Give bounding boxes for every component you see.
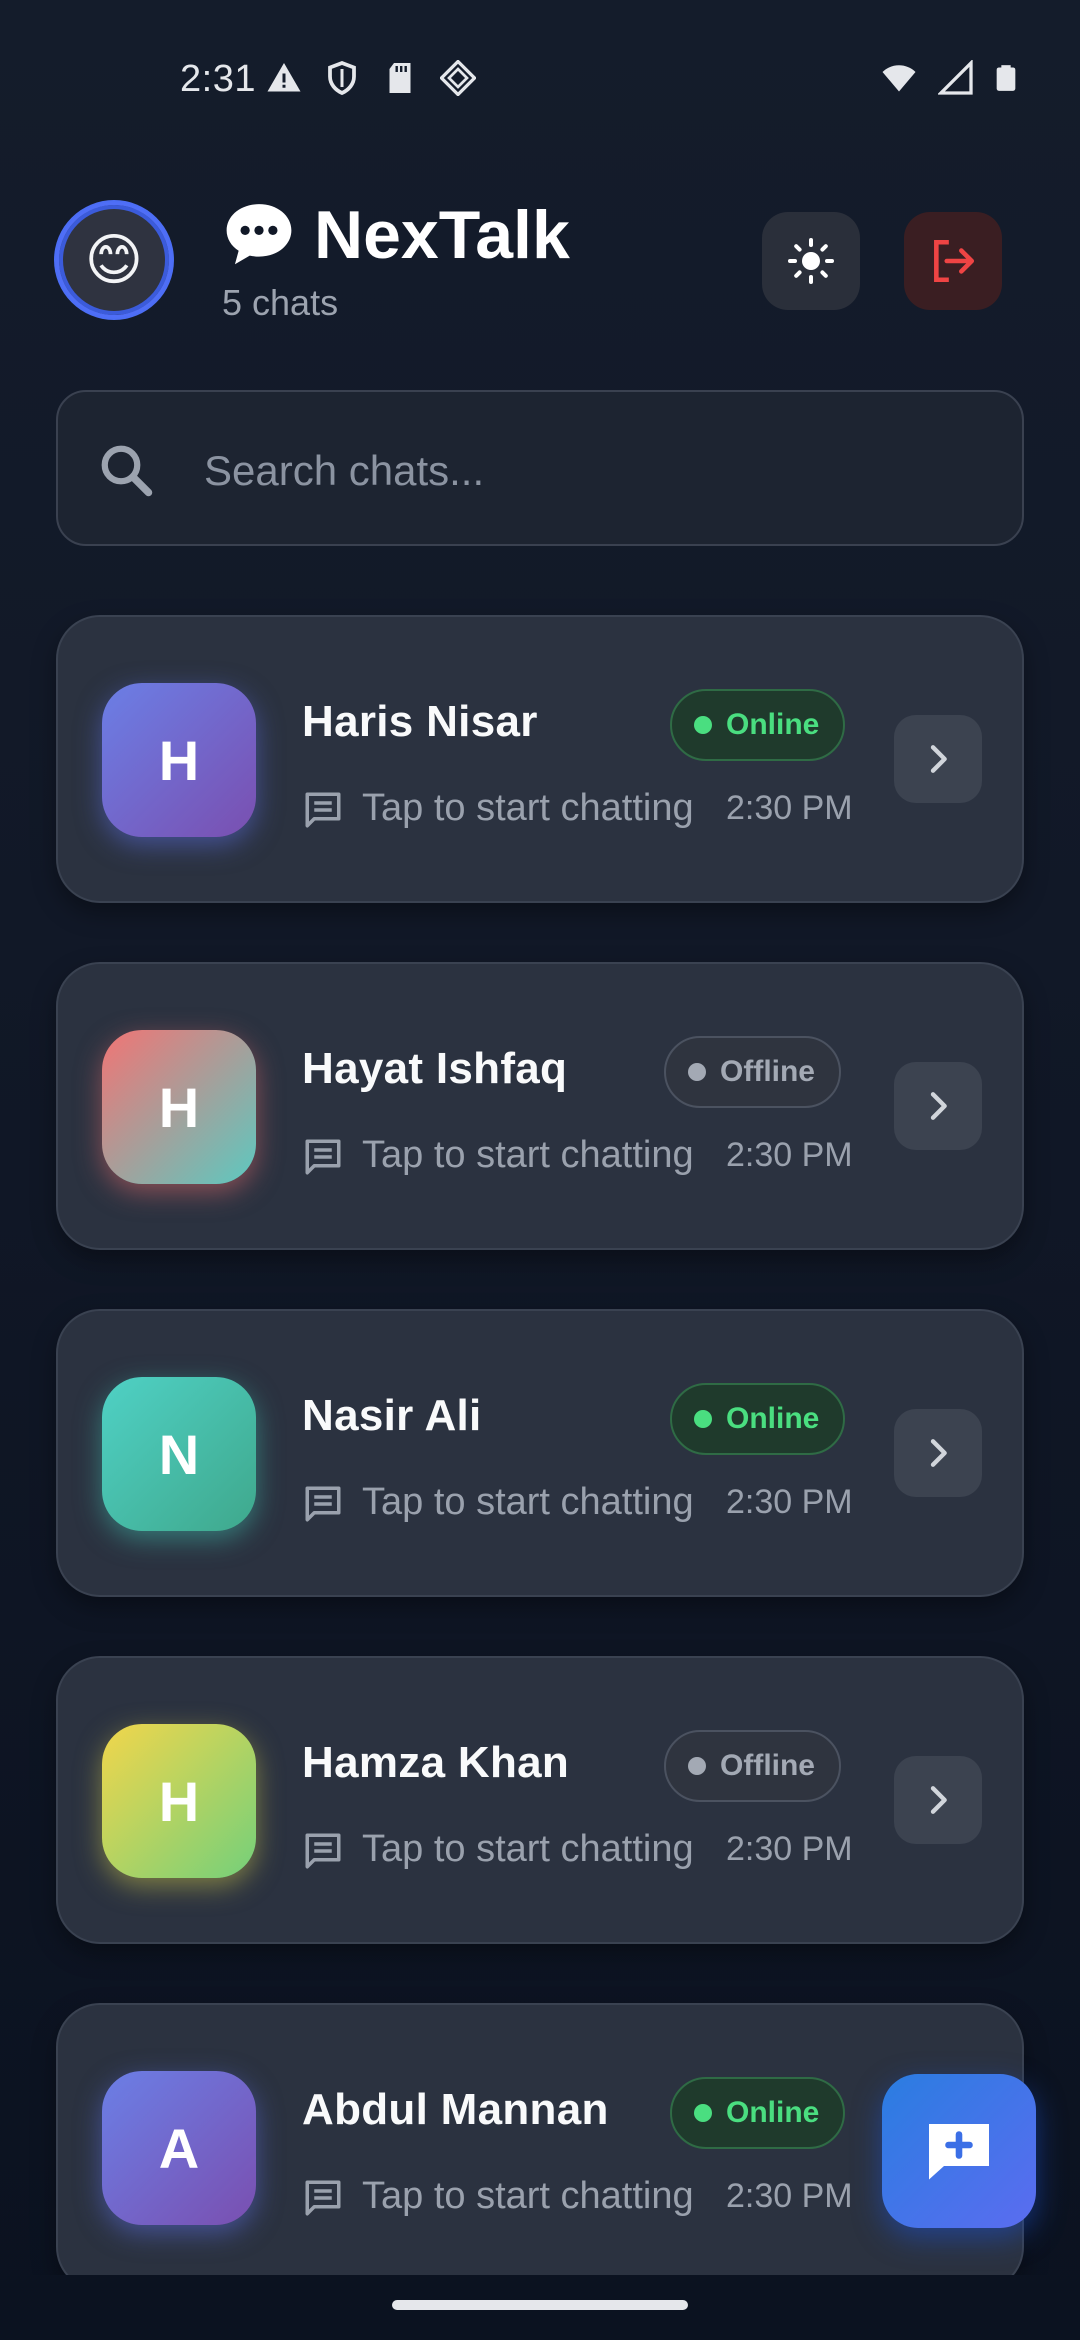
status-badge: Online <box>670 1383 846 1455</box>
contact-name: Hayat Ishfaq <box>302 1044 568 1093</box>
status-badge: Offline <box>664 1036 841 1108</box>
chat-card[interactable]: H Haris Nisar Online Tap to start chatti… <box>56 615 1024 903</box>
status-dot <box>688 1063 706 1081</box>
chat-avatar: H <box>102 683 256 837</box>
home-indicator[interactable] <box>392 2300 688 2310</box>
chevron-right-icon <box>930 1786 947 1814</box>
open-chat-button[interactable] <box>894 1062 982 1150</box>
message-time: 2:30 PM <box>726 789 853 827</box>
status-label: Offline <box>720 1749 815 1782</box>
contact-name: Nasir Ali <box>302 1391 482 1440</box>
message-icon <box>305 1486 341 1522</box>
message-time: 2:30 PM <box>726 1136 853 1174</box>
contact-name: Haris Nisar <box>302 697 538 746</box>
message-icon <box>305 2180 341 2216</box>
message-icon <box>305 1139 341 1175</box>
status-label: Offline <box>720 1055 815 1088</box>
status-badge: Online <box>670 2077 846 2149</box>
message-time: 2:30 PM <box>726 1483 853 1521</box>
status-dot <box>694 2104 712 2122</box>
avatar-initial: N <box>158 1422 200 1486</box>
message-preview: Tap to start chatting <box>362 1134 694 1176</box>
message-icon <box>305 1833 341 1869</box>
chevron-right-icon <box>930 1439 947 1467</box>
avatar-initial: A <box>158 2116 200 2180</box>
status-label: Online <box>726 708 820 741</box>
chat-avatar: N <box>102 1377 256 1531</box>
message-preview: Tap to start chatting <box>362 2175 694 2217</box>
avatar-initial: H <box>158 1075 200 1139</box>
message-preview: Tap to start chatting <box>362 1481 694 1523</box>
chat-avatar: H <box>102 1724 256 1878</box>
status-badge: Online <box>670 689 846 761</box>
status-dot <box>694 1410 712 1428</box>
chevron-right-icon <box>930 1092 947 1120</box>
status-label: Online <box>726 2096 820 2129</box>
chat-avatar: H <box>102 1030 256 1184</box>
chat-card[interactable]: H Hayat Ishfaq Offline Tap to start chat… <box>56 962 1024 1250</box>
message-preview: Tap to start chatting <box>362 787 694 829</box>
chat-card[interactable]: N Nasir Ali Online Tap to start chatting… <box>56 1309 1024 1597</box>
status-badge: Offline <box>664 1730 841 1802</box>
chat-list: H Haris Nisar Online Tap to start chatti… <box>0 0 1080 2275</box>
message-icon <box>305 792 341 828</box>
status-dot <box>694 716 712 734</box>
contact-name: Hamza Khan <box>302 1738 570 1787</box>
open-chat-button[interactable] <box>894 1409 982 1497</box>
message-preview: Tap to start chatting <box>362 1828 694 1870</box>
message-time: 2:30 PM <box>726 2177 853 2215</box>
chat-card[interactable]: H Hamza Khan Offline Tap to start chatti… <box>56 1656 1024 1944</box>
new-chat-icon <box>929 2124 989 2180</box>
chevron-right-icon <box>930 745 947 773</box>
new-chat-button[interactable] <box>882 2074 1036 2228</box>
chat-avatar: A <box>102 2071 256 2225</box>
message-time: 2:30 PM <box>726 1830 853 1868</box>
open-chat-button[interactable] <box>894 1756 982 1844</box>
status-dot <box>688 1757 706 1775</box>
avatar-initial: H <box>158 1769 200 1833</box>
chat-card[interactable]: A Abdul Mannan Online Tap to start chatt… <box>56 2003 1024 2275</box>
contact-name: Abdul Mannan <box>302 2085 609 2134</box>
open-chat-button[interactable] <box>894 715 982 803</box>
status-label: Online <box>726 1402 820 1435</box>
avatar-initial: H <box>158 728 200 792</box>
